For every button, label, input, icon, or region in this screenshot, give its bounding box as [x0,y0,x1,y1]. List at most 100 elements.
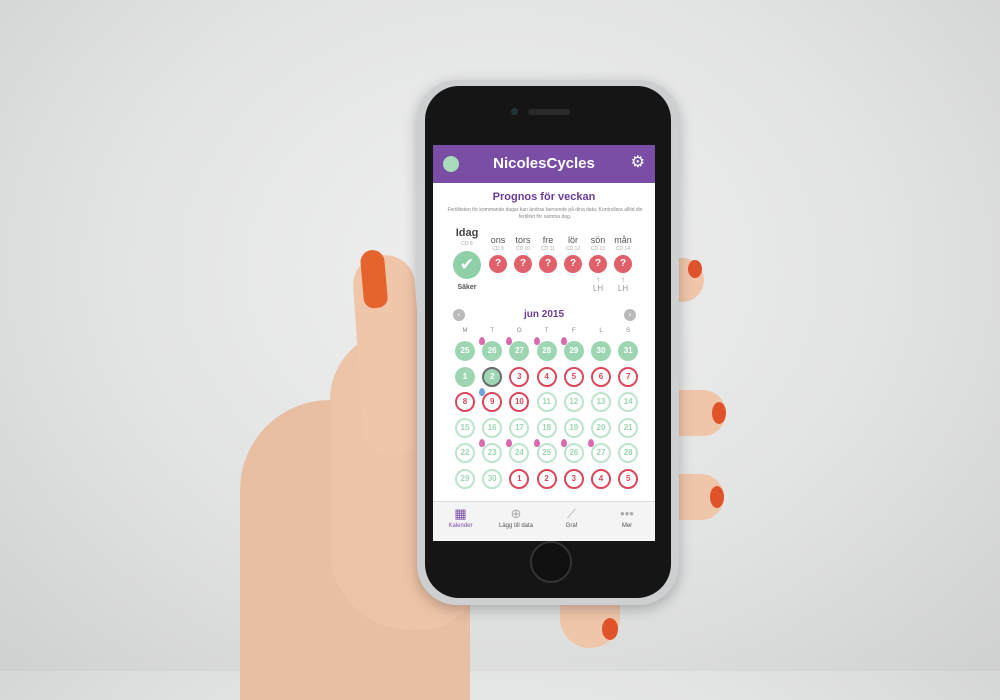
calendar-day[interactable]: 8 [455,392,475,412]
calendar-day[interactable]: 5 [563,366,584,387]
nav-item-lägg-till-data[interactable]: ⊕ Lägg till data [489,506,544,529]
weekday-label: T [490,328,495,334]
blue-drop-icon [479,388,486,396]
nav-item-kalender[interactable]: ▦ Kalender [433,506,488,529]
calendar-day[interactable]: 1 [509,468,530,489]
calendar-day[interactable]: 31 [618,341,639,361]
calendar-day[interactable]: 9 [482,392,503,412]
calendar-day[interactable]: 6 [591,366,611,387]
home-button[interactable] [530,541,572,583]
calendar-day[interactable]: 10 [509,392,530,412]
calendar-day[interactable]: 25 [455,341,475,361]
weekday-label: M [462,328,468,334]
period-drop-icon [560,337,567,345]
today-cycle-day: CD 8 [461,241,473,247]
calendar-day[interactable]: 30 [591,341,611,361]
forecast-day: lör CD 12? [560,235,586,273]
arrow-up-icon: ↑ [621,275,625,284]
calendar-day[interactable]: 3 [509,366,530,387]
forecast-title: Prognos för veckan [492,191,596,203]
forecast-day-value[interactable]: ? [514,255,532,273]
plus-icon: ⊕ [510,506,522,521]
calendar-day[interactable]: 12 [563,392,584,412]
calendar-day[interactable]: 11 [536,392,557,412]
calendar-day[interactable]: 27 [509,341,530,361]
forecast-day: tors CD 10? [510,235,536,273]
calendar-day[interactable]: 16 [482,417,503,438]
today-status: Säker [457,284,477,291]
forecast-day-value[interactable]: ? [589,255,607,273]
period-drop-icon [588,439,594,447]
lh-label: LH [617,284,629,293]
calendar-day[interactable]: 24 [509,443,530,463]
calendar-day[interactable]: 29 [455,468,475,489]
calendar-day[interactable]: 27 [591,443,611,463]
nav-label: Graf [565,523,578,529]
nav-item-graf[interactable]: ⟋ Graf [544,506,599,529]
forecast-description: Fertiliteten för kommande dagar kan ändr… [447,207,643,220]
calendar-day[interactable]: 4 [591,468,611,489]
today-label: Idag [455,227,479,239]
calendar-day[interactable]: 21 [618,417,639,438]
lh-marker: ↑ LH [585,275,611,293]
nav-item-mer[interactable]: ••• Mer [600,506,655,529]
forecast-day-cycle-day: CD 9 [492,246,504,252]
period-drop-icon [533,337,540,345]
weekday-label: F [571,328,576,334]
chevron-right-icon[interactable]: › [624,309,636,321]
calendar-day[interactable]: 1 [455,366,475,387]
calendar-day[interactable]: 30 [482,468,503,489]
calendar-day[interactable]: 25 [536,443,557,463]
finger-nail [688,260,702,278]
more-icon: ••• [620,506,634,521]
calendar-day[interactable]: 23 [482,443,503,463]
thumb-nail [359,249,389,309]
forecast-day-label: ons [490,235,506,245]
forecast-day-value[interactable]: ? [539,255,557,273]
lh-marker: ↑ LH [610,275,636,293]
calendar-day[interactable]: 2 [536,468,557,489]
forecast-day: mån CD 14? [610,235,636,273]
calendar-day[interactable]: 29 [563,341,584,361]
period-drop-icon [479,337,486,345]
calendar-day[interactable]: 28 [536,341,557,361]
calendar-day[interactable]: 15 [455,417,475,438]
calendar-day[interactable]: 2 [482,366,503,387]
calendar-day[interactable]: 3 [563,468,584,489]
calendar-day[interactable]: 5 [618,468,639,489]
calendar-day[interactable]: 26 [482,341,503,361]
nav-label: Kalender [448,523,473,529]
calendar-day[interactable]: 22 [455,443,475,463]
forecast-day-cycle-day: CD 11 [541,246,555,252]
chart-icon: ⟋ [566,506,577,521]
calendar-day[interactable]: 7 [618,366,639,387]
weekday-label: L [599,328,603,334]
calendar-day[interactable]: 17 [509,417,530,438]
forecast-day-label: mån [614,235,632,245]
calendar-day[interactable]: 19 [563,417,584,438]
period-drop-icon [479,439,486,447]
calendar-day[interactable]: 18 [536,417,557,438]
calendar-day[interactable]: 28 [618,443,639,463]
weekday-label: O [517,328,522,334]
calendar-day[interactable]: 14 [618,392,639,412]
nav-label: Lägg till data [498,523,534,529]
forecast-day-value[interactable]: ? [489,255,507,273]
forecast-day-label: sön [590,235,606,245]
arrow-up-icon: ↑ [596,275,600,284]
gear-icon[interactable]: ⚙ [631,154,645,172]
forecast-day-value[interactable]: ? [614,255,632,273]
calendar-day[interactable]: 13 [591,392,611,412]
forecast-day-label: fre [542,235,554,245]
calendar-day[interactable]: 4 [536,366,557,387]
forecast-day: fre CD 11? [535,235,561,273]
calendar-day[interactable]: 20 [591,417,611,438]
forecast-day-label: tors [515,235,531,245]
forecast-day-cycle-day: CD 10 [515,246,531,252]
month-title: jun 2015 [523,309,565,320]
app-screen: NicolesCycles ⚙ Prognos för veckan Ferti… [433,145,655,541]
calendar-day[interactable]: 26 [563,443,584,463]
forecast-day-value[interactable]: ? [564,255,582,273]
period-drop-icon [533,439,540,447]
forecast-day-label: lör [567,235,578,245]
